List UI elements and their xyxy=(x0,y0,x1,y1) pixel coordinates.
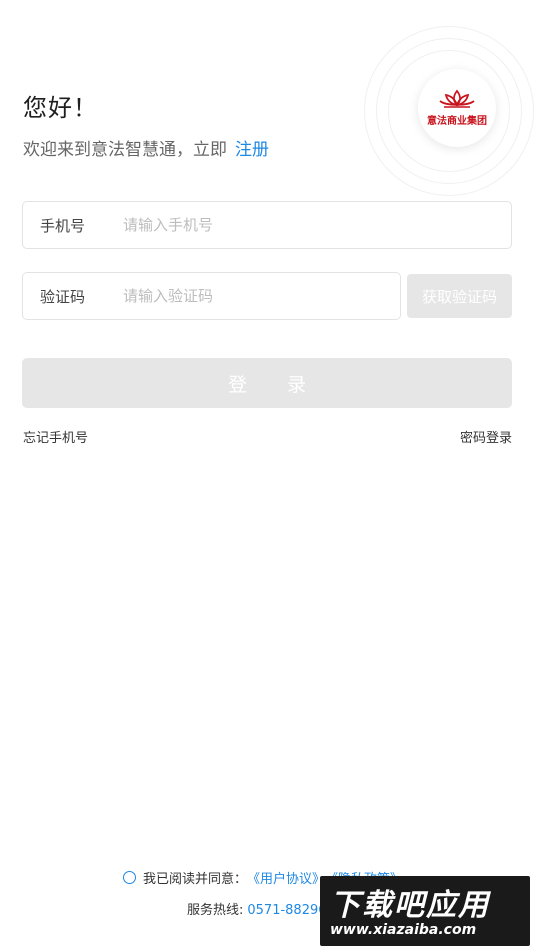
subtitle-text: 欢迎来到意法智慧通，立即 xyxy=(23,140,227,160)
login-button[interactable]: 登录 xyxy=(22,358,512,408)
watermark-sub: www.xiazaiba.com xyxy=(330,922,477,938)
hotline-label: 服务热线: xyxy=(187,903,244,918)
code-input[interactable] xyxy=(123,287,393,305)
logo-text: 意法商业集团 xyxy=(427,116,487,127)
phone-input[interactable] xyxy=(123,216,393,234)
greeting: 您好！ xyxy=(23,94,98,122)
phone-label: 手机号 xyxy=(40,216,86,235)
phone-field[interactable]: 手机号 xyxy=(22,201,512,249)
watermark-main: 下载吧应用 xyxy=(330,888,490,923)
lotus-logo-icon xyxy=(439,89,475,108)
agreement-text: 我已阅读并同意： xyxy=(143,872,248,887)
code-label: 验证码 xyxy=(40,287,86,306)
user-agreement-link[interactable]: 《用户协议》 xyxy=(247,868,325,887)
code-field[interactable]: 验证码 xyxy=(22,272,401,320)
company-logo: 意法商业集团 xyxy=(418,69,496,147)
get-code-button[interactable]: 获取验证码 xyxy=(407,274,512,318)
forgot-phone-link[interactable]: 忘记手机号 xyxy=(23,427,88,446)
password-login-link[interactable]: 密码登录 xyxy=(460,427,512,446)
watermark: 下载吧应用 www.xiazaiba.com xyxy=(320,876,530,946)
subtitle: 欢迎来到意法智慧通，立即 注册 xyxy=(23,135,269,160)
agree-radio[interactable] xyxy=(123,871,136,884)
register-link[interactable]: 注册 xyxy=(235,140,269,160)
